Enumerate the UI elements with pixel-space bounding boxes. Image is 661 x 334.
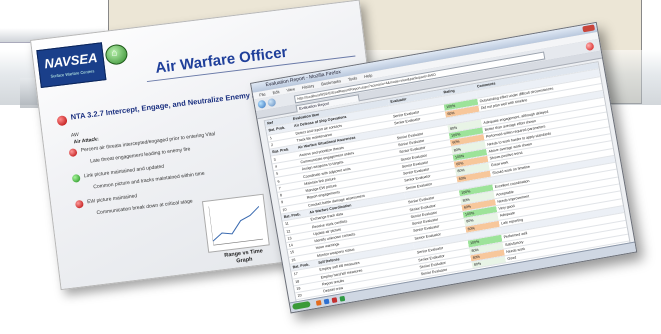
- graph-line-icon: [208, 205, 264, 246]
- close-button[interactable]: [582, 24, 596, 33]
- powerpoint-icon[interactable]: [331, 297, 338, 304]
- stop-icon[interactable]: [585, 41, 595, 52]
- aw-label: AW: [70, 131, 80, 139]
- forward-icon[interactable]: [267, 97, 277, 108]
- home-icon: ⌂: [110, 47, 118, 60]
- firefox-icon[interactable]: [315, 300, 322, 306]
- explorer-icon[interactable]: [323, 298, 330, 305]
- start-button[interactable]: [292, 300, 311, 310]
- graph-caption-line2: Graph: [236, 256, 253, 265]
- back-icon[interactable]: [257, 99, 267, 109]
- navsea-logo: NAVSEA Surface Warfare Centers: [36, 42, 107, 89]
- excel-icon[interactable]: [339, 295, 346, 302]
- range-time-graph-thumbnail[interactable]: [201, 193, 270, 253]
